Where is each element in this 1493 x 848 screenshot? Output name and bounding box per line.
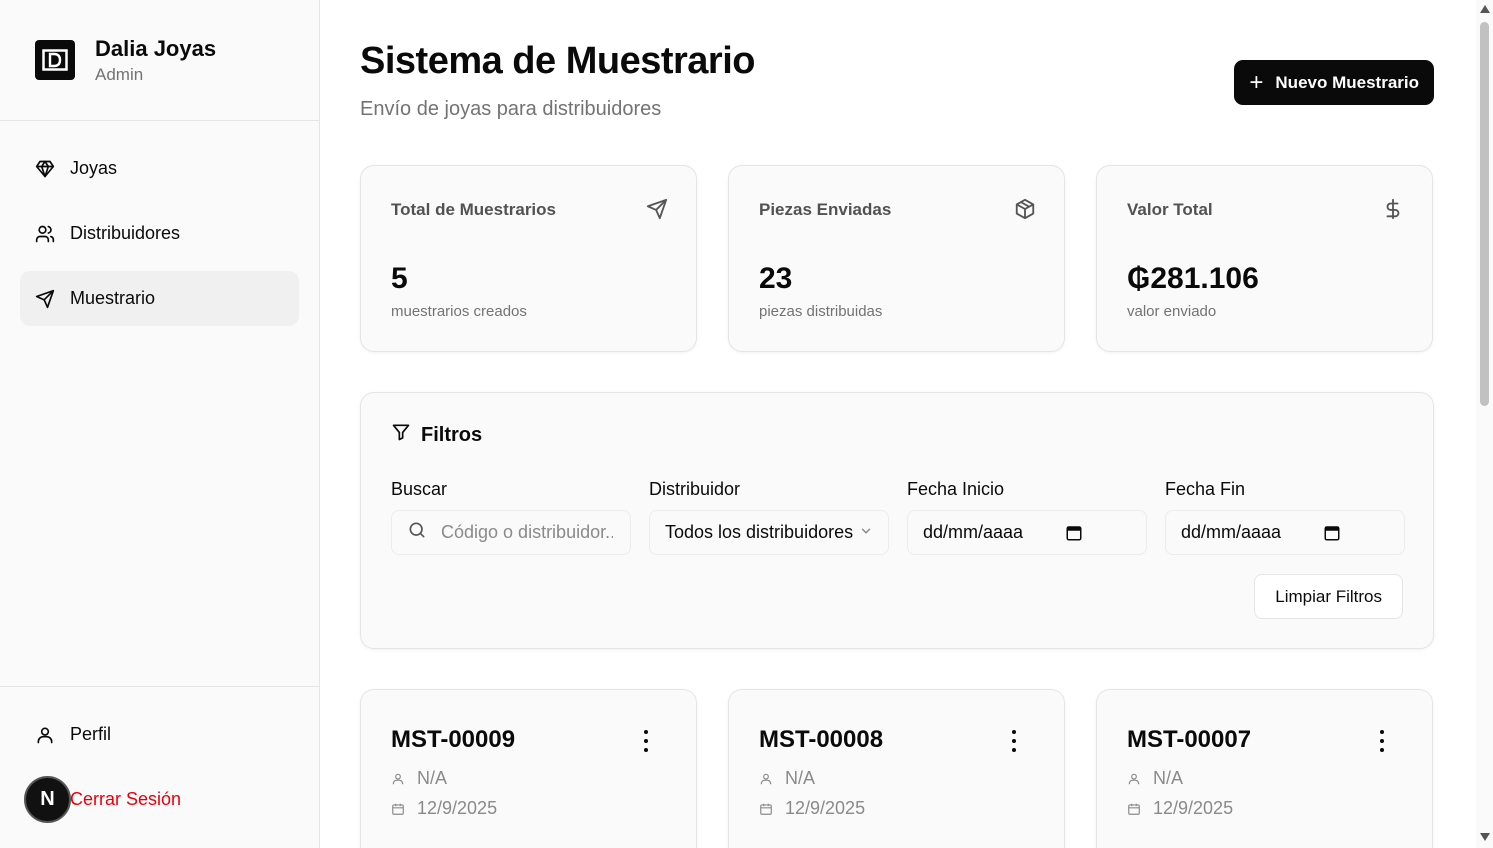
scroll-up-arrow-icon[interactable] [1480, 5, 1490, 13]
sample-distributor: N/A [391, 768, 447, 789]
search-input[interactable]: Código o distribuidor... [391, 510, 631, 555]
stat-note: valor enviado [1127, 303, 1217, 320]
distributor-label: Distribuidor [649, 479, 741, 499]
page-subtitle: Envío de joyas para distribuidores [360, 98, 662, 120]
send-icon [646, 198, 668, 220]
calendar-icon[interactable] [1065, 524, 1083, 542]
end-date-label: Fecha Fin [1165, 479, 1246, 499]
filter-icon [391, 422, 411, 448]
sidebar-item-distribuidores[interactable]: Distribuidores [20, 206, 299, 261]
stat-label: Total de Muestrarios [391, 200, 556, 219]
sidebar-item-muestrario[interactable]: Muestrario [20, 271, 299, 326]
sample-code: MST-00008 [759, 726, 884, 753]
stat-label: Valor Total [1127, 200, 1213, 219]
sidebar-nav: Joyas Distribuidores Muestrario [0, 121, 319, 356]
sample-card[interactable]: MST-00008 N/A 12/9/2025 [728, 689, 1065, 848]
calendar-icon [391, 802, 407, 816]
distributor-value: Todos los distribuidores [665, 522, 854, 542]
stat-card-value: Valor Total ₲281.106 valor enviado [1096, 165, 1433, 352]
more-vertical-icon[interactable] [638, 730, 654, 752]
user-icon [759, 772, 775, 786]
stats-row: Total de Muestrarios 5 muestrarios cread… [360, 165, 1434, 352]
stat-value: 23 [759, 262, 793, 295]
start-date-input[interactable]: dd/mm/aaaa [907, 510, 1147, 555]
dev-tools-badge[interactable]: N [24, 776, 71, 823]
dollar-icon [1382, 198, 1404, 220]
sidebar-item-joyas[interactable]: Joyas [20, 141, 299, 196]
start-date-group: Fecha Inicio dd/mm/aaaa [907, 479, 1147, 555]
brand-header: Dalia Joyas Admin [0, 0, 319, 121]
user-icon [35, 725, 55, 745]
end-date-group: Fecha Fin dd/mm/aaaa [1165, 479, 1405, 555]
brand-logo-icon [35, 40, 75, 80]
sample-code: MST-00007 [1127, 726, 1252, 753]
clear-filters-button[interactable]: Limpiar Filtros [1254, 574, 1403, 619]
end-date-value: dd/mm/aaaa [1181, 522, 1282, 542]
sample-code: MST-00009 [391, 726, 516, 753]
gem-icon [35, 159, 55, 179]
package-icon [1014, 198, 1036, 220]
calendar-icon [759, 802, 775, 816]
stat-label: Piezas Enviadas [759, 200, 892, 219]
sidebar: Dalia Joyas Admin Joyas Distribuidores M… [0, 0, 320, 848]
scrollbar-thumb[interactable] [1480, 22, 1489, 406]
new-sample-label: Nuevo Muestrario [1275, 72, 1419, 92]
sidebar-item-label: Muestrario [70, 288, 156, 308]
page-scrollbar[interactable] [1476, 0, 1493, 848]
stat-card-total: Total de Muestrarios 5 muestrarios cread… [360, 165, 697, 352]
stat-note: piezas distribuidas [759, 303, 883, 320]
page-title: Sistema de Muestrario [360, 40, 755, 82]
calendar-icon [1127, 802, 1143, 816]
users-icon [35, 224, 55, 244]
sample-date: 12/9/2025 [759, 798, 865, 819]
sidebar-footer: Perfil Cerrar Sesión [0, 686, 319, 848]
sample-date: 12/9/2025 [391, 798, 497, 819]
chevron-down-icon [859, 522, 873, 543]
distributor-group: Distribuidor Todos los distribuidores [649, 479, 889, 555]
stat-card-pieces: Piezas Enviadas 23 piezas distribuidas [728, 165, 1065, 352]
user-icon [1127, 772, 1143, 786]
sidebar-item-perfil[interactable]: Perfil [20, 707, 299, 762]
search-label: Buscar [391, 479, 448, 499]
filters-title: Filtros [391, 422, 482, 448]
brand-role: Admin [95, 65, 144, 84]
stat-value: ₲281.106 [1127, 262, 1259, 295]
sample-card[interactable]: MST-00009 N/A 12/9/2025 [360, 689, 697, 848]
more-vertical-icon[interactable] [1006, 730, 1022, 752]
stat-value: 5 [391, 262, 408, 295]
samples-grid: MST-00009 N/A 12/9/2025 MST-00008 N/A 12… [360, 689, 1434, 848]
search-icon [407, 520, 427, 545]
sample-distributor: N/A [759, 768, 815, 789]
sidebar-item-label: Distribuidores [70, 223, 181, 243]
start-date-value: dd/mm/aaaa [923, 522, 1024, 542]
user-icon [391, 772, 407, 786]
filters-panel: Filtros Buscar Código o distribuidor... … [360, 392, 1434, 649]
brand-name: Dalia Joyas [95, 36, 217, 61]
new-sample-button[interactable]: + Nuevo Muestrario [1234, 60, 1434, 105]
more-vertical-icon[interactable] [1374, 730, 1390, 752]
logout-label: Cerrar Sesión [70, 789, 182, 809]
search-group: Buscar Código o distribuidor... [391, 479, 631, 555]
sidebar-item-label: Joyas [70, 158, 118, 178]
sidebar-item-label: Perfil [70, 724, 112, 744]
end-date-input[interactable]: dd/mm/aaaa [1165, 510, 1405, 555]
start-date-label: Fecha Inicio [907, 479, 1005, 499]
calendar-icon[interactable] [1323, 524, 1341, 542]
send-icon [35, 289, 55, 309]
sample-date: 12/9/2025 [1127, 798, 1233, 819]
sample-card[interactable]: MST-00007 N/A 12/9/2025 [1096, 689, 1433, 848]
search-placeholder: Código o distribuidor... [441, 522, 613, 542]
stat-note: muestrarios creados [391, 303, 527, 320]
plus-icon: + [1249, 68, 1264, 96]
distributor-select[interactable]: Todos los distribuidores [649, 510, 889, 555]
scroll-down-arrow-icon[interactable] [1480, 833, 1490, 841]
sample-distributor: N/A [1127, 768, 1183, 789]
